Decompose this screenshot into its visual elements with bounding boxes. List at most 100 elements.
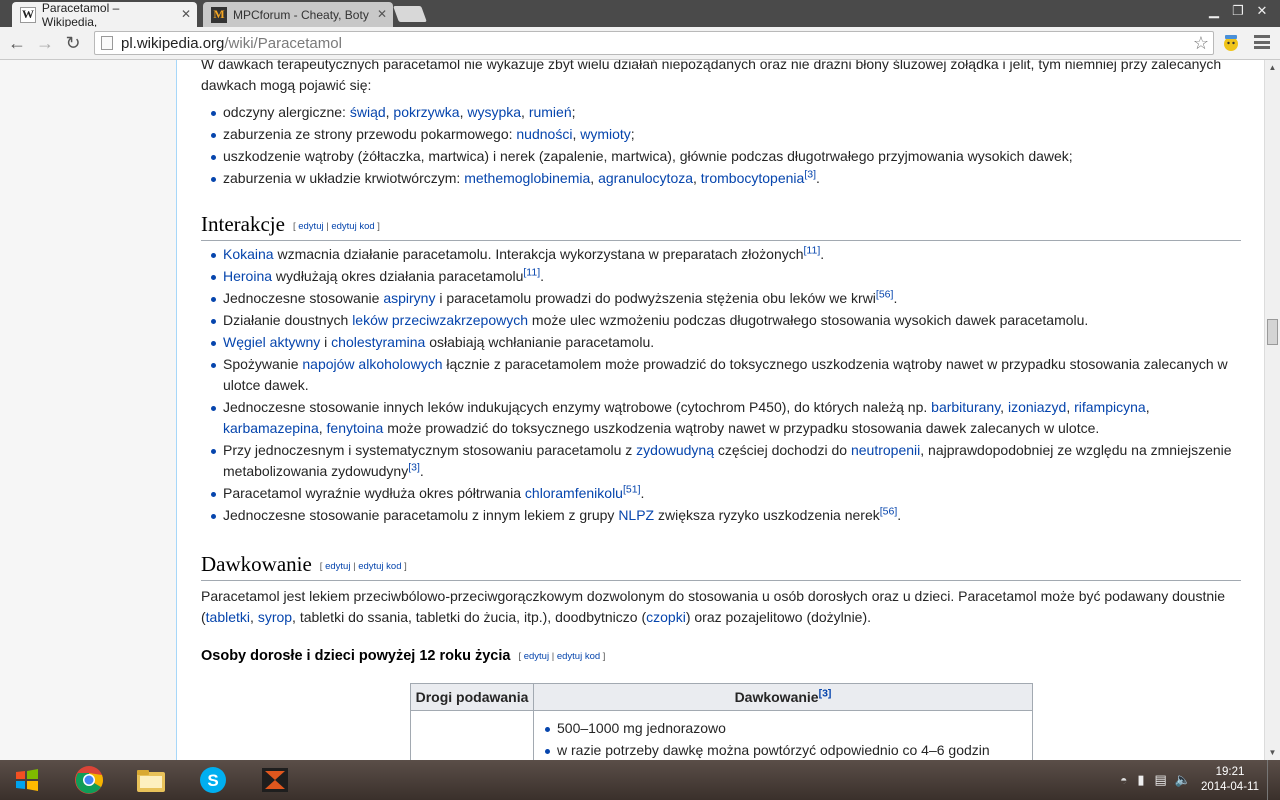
scrollbar-thumb[interactable]	[1267, 319, 1278, 345]
network-icon[interactable]: ▤	[1155, 772, 1167, 788]
tab-title: MPCforum - Cheaty, Boty	[233, 7, 369, 22]
tab-wikipedia[interactable]: W Paracetamol – Wikipedia, ✕	[12, 1, 197, 29]
section-heading-interakcje: Interakcje[ edytuj | edytuj kod ]	[201, 212, 1241, 241]
browser-toolbar: ← → ↻ pl.wikipedia.org/wiki/Paracetamol …	[0, 27, 1280, 60]
back-arrow-icon[interactable]: ←	[6, 33, 28, 53]
vertical-scrollbar[interactable]: ▲ ▼	[1264, 60, 1280, 760]
link-pokrzywka[interactable]: pokrzywka	[393, 104, 459, 120]
clock[interactable]: 19:21 2014-04-11	[1195, 765, 1265, 795]
reference-link[interactable]: [3]	[408, 461, 420, 473]
link-rifampicyna[interactable]: rifampicyna	[1074, 399, 1146, 415]
list-item: Działanie doustnych leków przeciwzakrzep…	[201, 310, 1241, 331]
start-orb-icon[interactable]	[0, 762, 54, 798]
side-effects-list: odczyny alergiczne: świąd, pokrzywka, wy…	[201, 102, 1241, 190]
list-item: w razie potrzeby dawkę można powtórzyć o…	[535, 740, 1031, 760]
link-syrop[interactable]: syrop	[258, 609, 292, 625]
tab-close-icon[interactable]: ✕	[181, 7, 191, 21]
app-icon[interactable]	[248, 762, 302, 798]
scroll-down-icon[interactable]: ▼	[1265, 745, 1280, 760]
reference-link[interactable]: [3]	[804, 168, 816, 180]
edit-source-link[interactable]: edytuj kod	[557, 651, 600, 662]
minimize-icon[interactable]: ▁	[1202, 2, 1226, 20]
edit-link[interactable]: edytuj	[524, 651, 549, 662]
reference-link[interactable]: [3]	[819, 687, 832, 699]
list-item: Kokaina wzmacnia działanie paracetamolu.…	[201, 244, 1241, 265]
link-wegiel-aktywny[interactable]: Węgiel aktywny	[223, 334, 320, 350]
link-cholestyramina[interactable]: cholestyramina	[331, 334, 425, 350]
edit-link[interactable]: edytuj	[325, 561, 350, 572]
intro-paragraph: W dawkach terapeutycznych paracetamol ni…	[201, 60, 1222, 93]
file-explorer-icon[interactable]	[124, 762, 178, 798]
scroll-up-icon[interactable]: ▲	[1265, 60, 1280, 75]
edit-link[interactable]: edytuj	[298, 221, 323, 232]
link-tabletki[interactable]: tabletki	[206, 609, 250, 625]
link-nudnosci[interactable]: nudności	[516, 126, 572, 142]
reference-link[interactable]: [51]	[623, 483, 641, 495]
forward-arrow-icon[interactable]: →	[34, 33, 56, 53]
windows-taskbar: S ◓ ▮ ▤ 🔈 19:21 2014-04-11	[0, 760, 1280, 800]
tab-mpcforum[interactable]: M MPCforum - Cheaty, Boty ✕	[203, 2, 393, 27]
reference-link[interactable]: [11]	[804, 244, 821, 256]
hamburger-menu-icon[interactable]	[1254, 35, 1270, 49]
reference-link[interactable]: [56]	[876, 288, 894, 300]
link-neutropenia[interactable]: neutropenii	[851, 442, 920, 458]
mpcforum-favicon-icon: M	[211, 6, 227, 23]
link-izoniazyd[interactable]: izoniazyd	[1008, 399, 1066, 415]
list-item: Przy jednoczesnym i systematycznym stoso…	[201, 440, 1241, 482]
link-trombocytopenia[interactable]: trombocytopenia	[701, 170, 805, 186]
link-aspiryny[interactable]: aspiryny	[383, 290, 435, 306]
subsection-heading-adults: Osoby dorosłe i dzieci powyżej 12 roku ż…	[201, 648, 606, 664]
link-wymioty[interactable]: wymioty	[580, 126, 631, 142]
dosage-paragraph: Paracetamol jest lekiem przeciwbólowo-pr…	[201, 588, 1226, 625]
star-icon[interactable]: ☆	[1193, 33, 1209, 54]
list-item: uszkodzenie wątroby (żółtaczka, martwica…	[201, 146, 1241, 167]
link-swiad[interactable]: świąd	[350, 104, 386, 120]
link-karbamazepina[interactable]: karbamazepina	[223, 420, 319, 436]
link-barbiturany[interactable]: barbiturany	[931, 399, 1000, 415]
show-desktop-button[interactable]	[1267, 760, 1280, 800]
link-napoje-alkoholowe[interactable]: napojów alkoholowych	[302, 356, 442, 372]
system-tray: ◓ ▮ ▤ 🔈 19:21 2014-04-11	[1120, 760, 1280, 800]
show-hidden-icons-icon[interactable]: ◓	[1120, 773, 1127, 787]
svg-text:S: S	[207, 771, 218, 790]
address-bar[interactable]: pl.wikipedia.org/wiki/Paracetamol ☆	[94, 31, 1214, 55]
extension-icon[interactable]	[1222, 34, 1240, 52]
clock-time: 19:21	[1215, 766, 1245, 778]
link-leki-przeciwzakrzepowe[interactable]: leków przeciwzakrzepowych	[352, 312, 528, 328]
list-item: Węgiel aktywny i cholestyramina osłabiaj…	[201, 332, 1241, 353]
link-wysypka[interactable]: wysypka	[467, 104, 521, 120]
edit-source-link[interactable]: edytuj kod	[331, 221, 374, 232]
link-agranulocytoza[interactable]: agranulocytoza	[598, 170, 693, 186]
edit-source-link[interactable]: edytuj kod	[358, 561, 401, 572]
link-methemoglobinemia[interactable]: methemoglobinemia	[464, 170, 590, 186]
table-header-route: Drogi podawania	[410, 683, 534, 711]
dosage-table: Drogi podawania Dawkowanie[3] 500–1000 m…	[410, 683, 1033, 760]
reference-link[interactable]: [11]	[523, 266, 540, 278]
link-kokaina[interactable]: Kokaina	[223, 246, 274, 262]
chrome-icon[interactable]	[62, 762, 116, 798]
power-icon[interactable]: ▮	[1137, 772, 1144, 788]
reload-icon[interactable]: ↻	[62, 33, 84, 53]
tab-close-icon[interactable]: ✕	[377, 7, 387, 21]
link-czopki[interactable]: czopki	[646, 609, 686, 625]
list-item: 500–1000 mg jednorazowo	[535, 718, 1031, 739]
close-window-icon[interactable]: ✕	[1250, 2, 1274, 20]
link-nlpz[interactable]: NLPZ	[618, 507, 654, 523]
link-heroina[interactable]: Heroina	[223, 268, 272, 284]
table-cell: 500–1000 mg jednorazowo w razie potrzeby…	[533, 710, 1033, 760]
link-fenytoina[interactable]: fenytoina	[327, 420, 384, 436]
edit-section-links: [ edytuj | edytuj kod ]	[292, 220, 380, 232]
volume-icon[interactable]: 🔈	[1175, 772, 1191, 788]
link-rumien[interactable]: rumień	[529, 104, 572, 120]
reference-link[interactable]: [56]	[880, 505, 898, 517]
url-text: pl.wikipedia.org/wiki/Paracetamol	[121, 34, 342, 52]
edit-section-links: [ edytuj | edytuj kod ]	[518, 650, 606, 662]
table-cell	[410, 710, 534, 760]
new-tab-button[interactable]	[393, 6, 427, 22]
link-chloramfenikol[interactable]: chloramfenikolu	[525, 485, 623, 501]
skype-icon[interactable]: S	[186, 762, 240, 798]
link-zydowudyna[interactable]: zydowudyną	[636, 442, 714, 458]
maximize-icon[interactable]: ❐	[1226, 2, 1250, 20]
list-item: odczyny alergiczne: świąd, pokrzywka, wy…	[201, 102, 1241, 123]
page-icon	[101, 36, 113, 50]
